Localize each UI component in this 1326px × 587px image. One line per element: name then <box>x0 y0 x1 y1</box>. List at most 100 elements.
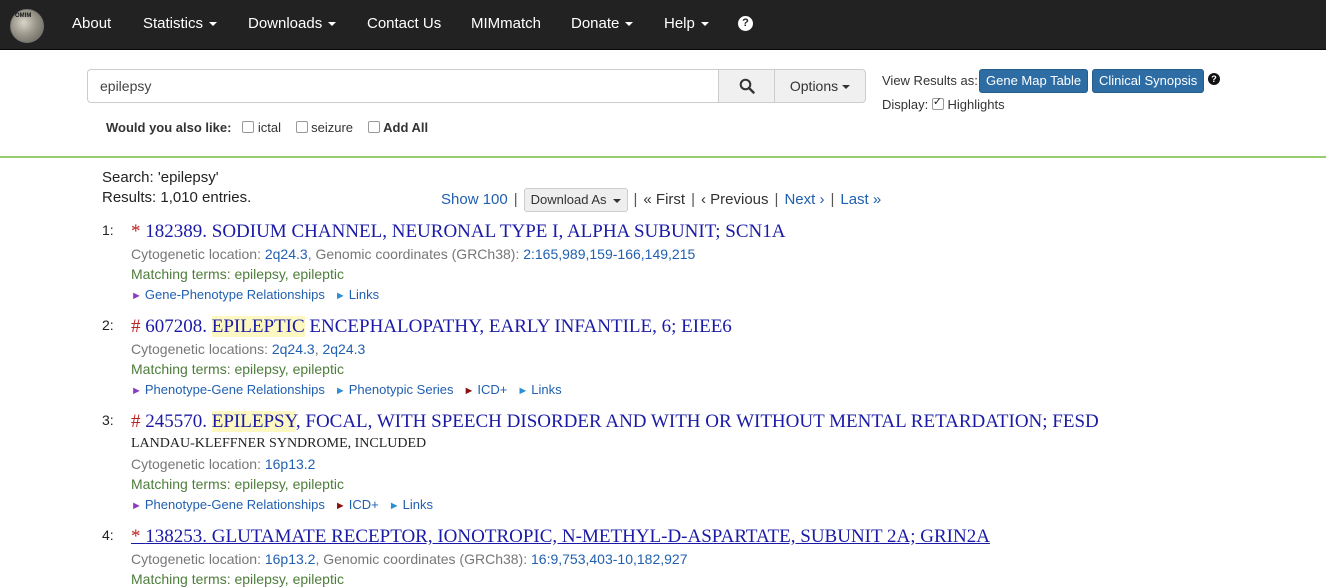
add-all-checkbox[interactable] <box>367 121 380 133</box>
download-as-button[interactable]: Download As <box>523 188 628 212</box>
nav-contact-us[interactable]: Contact Us <box>367 15 441 32</box>
highlights-checkbox[interactable] <box>931 95 944 110</box>
cyto-label: Cytogenetic location: <box>131 456 261 472</box>
separator: | <box>633 190 638 208</box>
genomic-link[interactable]: 2:165,989,159-166,149,215 <box>523 246 695 262</box>
triangle-right-icon: ► <box>388 500 400 512</box>
triangle-right-icon: ► <box>334 290 346 302</box>
matching-label: Matching terms: <box>131 361 231 377</box>
entry-title-text: ENCEPHALOPATHY, EARLY INFANTILE, 6; EIEE… <box>309 316 732 337</box>
matching-label: Matching terms: <box>131 571 231 587</box>
show-100-link[interactable]: Show 100 <box>441 191 508 208</box>
icd-label: ICD+ <box>477 382 508 397</box>
search-input[interactable] <box>87 69 731 103</box>
previous-page-link[interactable]: ‹ Previous <box>701 191 769 208</box>
cyto-label: Cytogenetic locations: <box>131 341 268 357</box>
entry-title-link[interactable]: * 138253. GLUTAMATE RECEPTOR, IONOTROPIC… <box>131 526 990 548</box>
matching-terms: epilepsy, epileptic <box>234 266 344 282</box>
chevron-down-icon <box>842 85 851 90</box>
entry-title-number: 245570. <box>145 411 207 432</box>
results-count: Results: 1,010 entries. <box>102 189 252 206</box>
entry-matching: Matching terms: epilepsy, epileptic <box>131 571 344 587</box>
entry-links: ► Phenotype-Gene Relationships ► ICD+ ► Links <box>131 497 433 512</box>
cyto-link[interactable]: 16p13.2 <box>265 456 316 472</box>
nav-downloads-label: Downloads <box>248 15 323 32</box>
links-link[interactable]: ► Links <box>335 287 379 302</box>
links-label: Links <box>402 497 433 512</box>
entry-title-link[interactable]: * 182389. SODIUM CHANNEL, NEURONAL TYPE … <box>131 221 785 243</box>
nav-statistics-label: Statistics <box>143 15 204 32</box>
cyto-link[interactable]: 2q24.3 <box>265 246 308 262</box>
seizure-checkbox[interactable] <box>295 121 308 133</box>
omim-logo[interactable]: OMIM <box>10 9 44 43</box>
gene-phenotype-link[interactable]: ► Gene-Phenotype Relationships <box>131 287 325 302</box>
entry-number: 1: <box>102 222 114 238</box>
triangle-right-icon: ► <box>517 385 529 397</box>
ictal-checkbox[interactable] <box>242 121 255 133</box>
entry-prefix: * <box>131 526 141 547</box>
clinical-synopsis-button[interactable]: Clinical Synopsis <box>1092 69 1205 93</box>
separator: | <box>774 190 779 208</box>
cyto-label: Cytogenetic location: <box>131 551 261 567</box>
help-question-icon[interactable]: ? <box>1208 73 1220 85</box>
search-button[interactable] <box>718 69 776 103</box>
cyto-link[interactable]: 2q24.3 <box>272 341 315 357</box>
last-page-link[interactable]: Last » <box>840 191 881 208</box>
links-link[interactable]: ► Links <box>517 382 561 397</box>
nav-statistics[interactable]: Statistics <box>143 15 218 32</box>
matching-terms: epilepsy, epileptic <box>234 571 344 587</box>
next-page-link[interactable]: Next › <box>784 191 824 208</box>
cyto-link[interactable]: 2q24.3 <box>322 341 365 357</box>
phenotype-gene-link[interactable]: ► Phenotype-Gene Relationships <box>131 382 325 397</box>
entry-location: Cytogenetic location: 16p13.2, Genomic c… <box>131 551 687 567</box>
cyto-label: Cytogenetic location: <box>131 246 261 262</box>
entry-title-link[interactable]: # 245570. EPILEPSY, FOCAL, WITH SPEECH D… <box>131 411 1099 433</box>
nav-help-label: Help <box>664 15 695 32</box>
phenotypic-series-link[interactable]: ► Phenotypic Series <box>335 382 454 397</box>
chevron-down-icon <box>625 22 634 27</box>
triangle-right-icon: ► <box>463 385 475 397</box>
ictal-label: ictal <box>257 120 282 135</box>
genomic-link[interactable]: 16:9,753,403-10,182,927 <box>531 551 687 567</box>
triangle-right-icon: ► <box>334 500 346 512</box>
matching-label: Matching terms: <box>131 476 231 492</box>
display-options: Display: Highlights <box>882 95 1005 112</box>
top-navbar: OMIM About Statistics Downloads Contact … <box>0 0 1326 50</box>
chevron-down-icon <box>700 22 709 27</box>
matching-label: Matching terms: <box>131 266 231 282</box>
nav-about[interactable]: About <box>72 15 111 32</box>
icd-link[interactable]: ► ICD+ <box>335 497 379 512</box>
phenotype-gene-link[interactable]: ► Phenotype-Gene Relationships <box>131 497 325 512</box>
first-page-link[interactable]: « First <box>643 191 685 208</box>
logo-text: OMIM <box>15 13 32 19</box>
phenotypic-series-label: Phenotypic Series <box>348 382 454 397</box>
links-link[interactable]: ► Links <box>389 497 433 512</box>
icd-link[interactable]: ► ICD+ <box>464 382 508 397</box>
links-label: Links <box>348 287 380 302</box>
triangle-right-icon: ► <box>131 290 142 302</box>
entry-prefix: # <box>131 411 141 432</box>
nav-donate[interactable]: Donate <box>571 15 634 32</box>
separator: | <box>513 190 518 208</box>
triangle-right-icon: ► <box>131 385 142 397</box>
help-question-icon[interactable]: ? <box>738 16 753 31</box>
links-label: Links <box>531 382 562 397</box>
entry-number: 2: <box>102 317 114 333</box>
cyto-link[interactable]: 16p13.2 <box>265 551 316 567</box>
entry-links: ► Phenotype-Gene Relationships ► Phenotypic… <box>131 382 562 397</box>
nav-help[interactable]: Help <box>664 15 709 32</box>
nav-mimmatch[interactable]: MIMmatch <box>471 15 541 32</box>
search-summary: Search: 'epilepsy' Results: 1,010 entrie… <box>102 168 251 208</box>
gene-map-table-button[interactable]: Gene Map Table <box>979 69 1089 93</box>
options-dropdown-button[interactable]: Options <box>774 69 866 103</box>
view-results-label: View Results as: <box>882 73 978 88</box>
entry-title-number: 607208. <box>145 316 207 337</box>
chevron-down-icon <box>328 22 337 27</box>
nav-downloads[interactable]: Downloads <box>248 15 337 32</box>
chevron-down-icon <box>209 22 218 27</box>
seizure-label: seizure <box>311 120 354 135</box>
triangle-right-icon: ► <box>334 385 346 397</box>
entry-title-link[interactable]: # 607208. EPILEPTIC ENCEPHALOPATHY, EARL… <box>131 316 732 338</box>
download-as-label: Download As <box>530 192 607 207</box>
highlighted-term: EPILEPTIC <box>211 316 305 337</box>
